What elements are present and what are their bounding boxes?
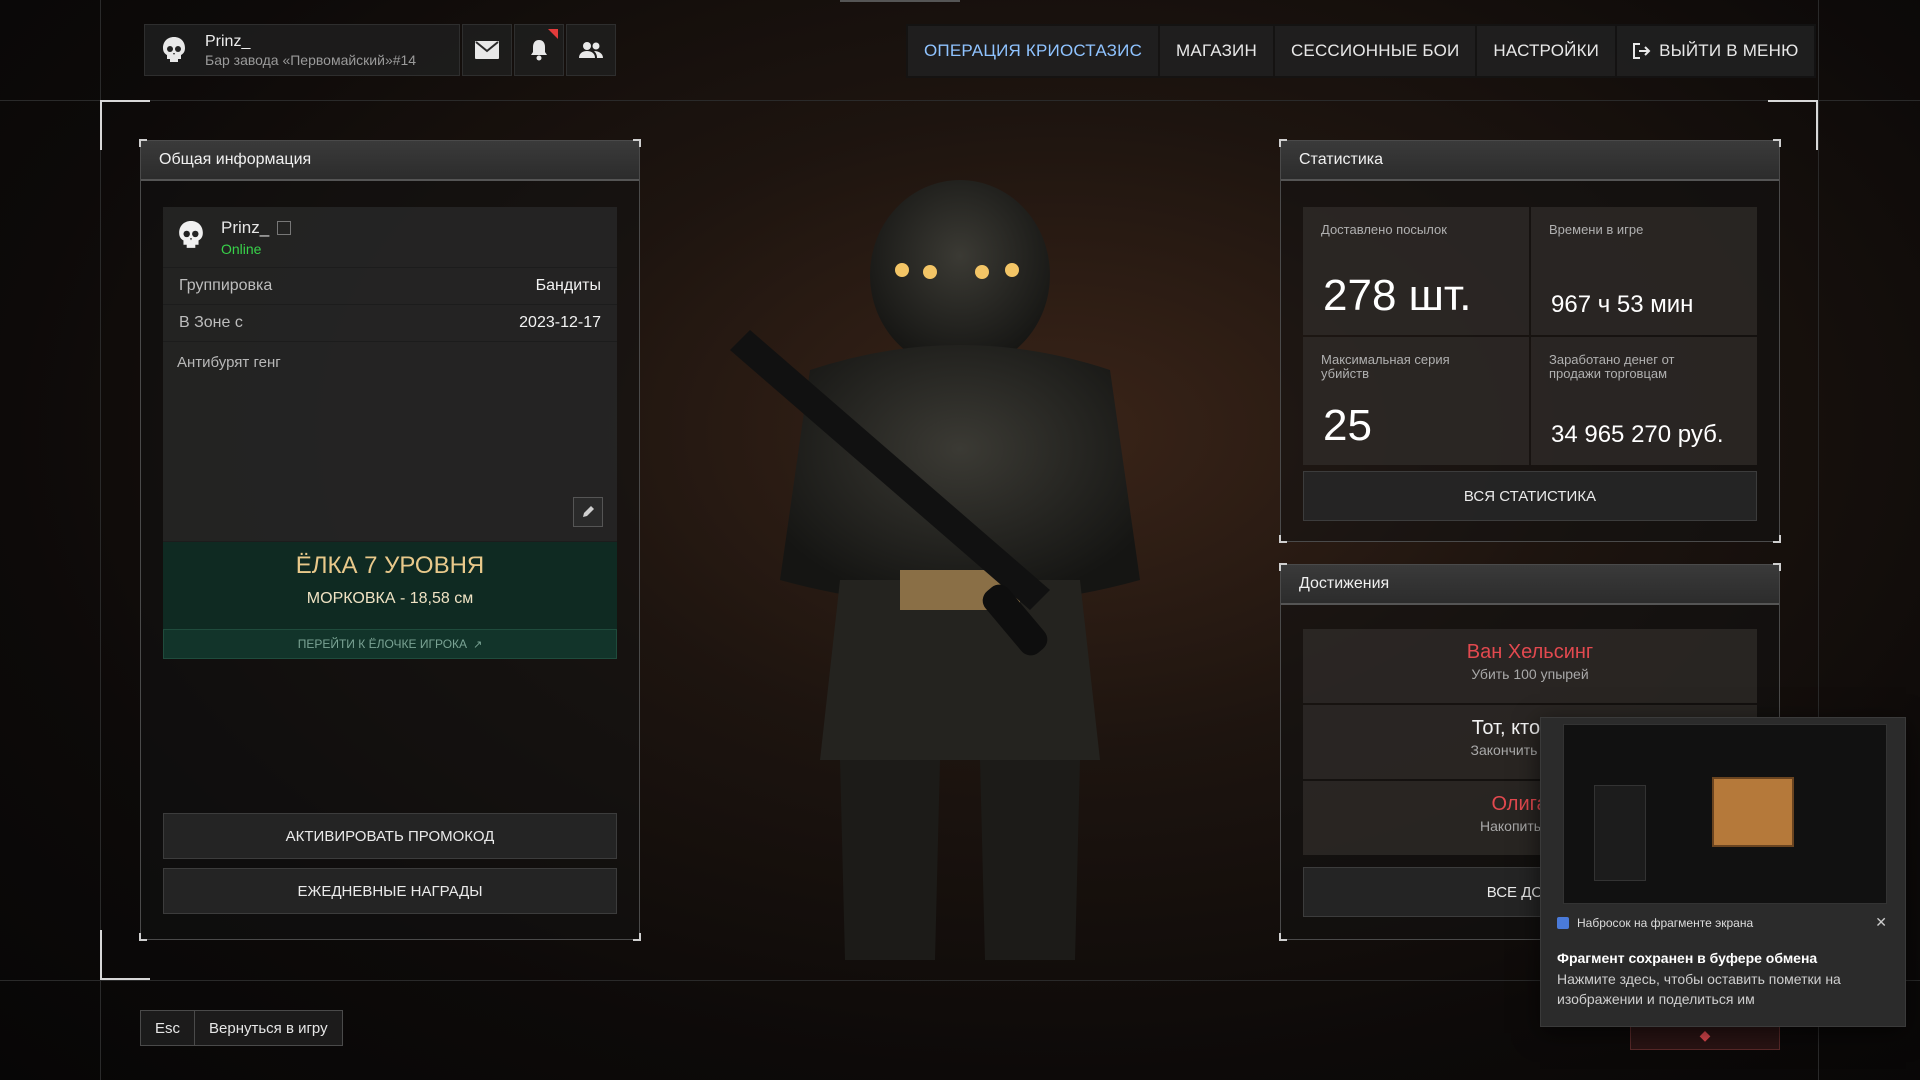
faction-value: Бандиты [535,277,601,294]
daily-rewards-button[interactable]: ЕЖЕДНЕВНЫЕ НАГРАДЫ [163,868,617,914]
card-player-name: Prinz_ [221,217,270,237]
player-name: Prinz_ [205,32,251,50]
inventory-thumbnail [1594,785,1646,881]
achievement-desc: Убить 100 упырей [1471,666,1589,682]
tree-link-label: ПЕРЕЙТИ К ЁЛОЧКЕ ИГРОКА [297,637,468,651]
player-skull-icon [177,219,205,256]
bracket [1279,563,1287,571]
stat-money: Заработано денег от продажи торговцам 34… [1531,337,1757,465]
online-status: Online [221,240,262,257]
esc-key: Esc [141,1011,195,1045]
nav-exit-label: ВЫЙТИ В МЕНЮ [1659,41,1799,60]
bracket [1773,535,1781,543]
bracket [1279,933,1287,941]
stat-money-value: 34 965 270 руб. [1551,421,1724,448]
nav-exit-to-menu[interactable]: ВЫЙТИ В МЕНЮ [1617,26,1815,76]
bracket [1279,139,1287,147]
general-info-title: Общая информация [141,141,639,181]
bracket [1773,563,1781,571]
bio-box: Антибурят генг [163,341,617,541]
notifications-button[interactable] [514,24,564,76]
return-to-game-label: Вернуться в игру [195,1011,342,1045]
bracket [633,139,641,147]
activate-promo-button[interactable]: АКТИВИРОВАТЬ ПРОМОКОД [163,813,617,859]
stat-delivered-label: Доставлено посылок [1321,222,1447,237]
stat-kill-streak-value: 25 [1323,401,1372,450]
stat-delivered: Доставлено посылок 278 шт. [1303,207,1529,335]
tree-subtitle: МОРКОВКА - 18,58 см [306,590,474,607]
main-nav: ОПЕРАЦИЯ КРИОСТАЗИС МАГАЗИН СЕССИОННЫЕ Б… [906,24,1817,78]
gamepad-icon: ◆ [1699,1026,1711,1043]
player-location: Бар завода «Первомайский»#14 [205,51,417,68]
bio-text: Антибурят генг [177,354,281,371]
exit-icon [1633,43,1651,59]
stat-time-value: 967 ч 53 мин [1551,291,1694,318]
in-zone-row: В Зоне с 2023-12-17 [163,304,617,341]
edit-bio-button[interactable] [573,497,603,527]
stat-time: Времени в игре 967 ч 53 мин [1531,207,1757,335]
stat-kill-streak-label: Максимальная серия убийств [1321,352,1450,381]
pencil-icon [583,506,594,517]
nav-session-battles[interactable]: СЕССИОННЫЕ БОИ [1274,26,1476,76]
toast-body: Нажмите здесь, чтобы оставить пометки на… [1557,971,1841,1007]
stat-money-label: Заработано денег от продажи торговцам [1549,352,1675,381]
frame-left-line [100,0,101,1080]
general-info-panel: Общая информация Prinz_ Online Группиров… [139,139,641,941]
crate-image [1712,777,1794,847]
return-to-game-control[interactable]: Esc Вернуться в игру [140,1010,343,1046]
faction-label: Группировка [179,277,273,294]
all-stats-button[interactable]: ВСЯ СТАТИСТИКА [1303,471,1757,521]
stats-title: Статистика [1281,141,1779,181]
achievement-item[interactable]: Ван Хельсинг Убить 100 упырей [1303,629,1757,703]
toast-header: Набросок на фрагменте экрана [1557,916,1753,930]
tree-title: ЁЛКА 7 УРОВНЯ [295,552,485,579]
mail-icon [475,41,499,59]
nav-shop[interactable]: МАГАЗИН [1160,26,1273,76]
snipping-tool-icon [1557,917,1569,929]
top-center-marker [840,0,960,2]
friends-icon [579,42,603,58]
nav-cryostasis[interactable]: ОПЕРАЦИЯ КРИОСТАЗИС [908,26,1159,76]
stat-time-label: Времени в игре [1549,222,1644,237]
toast-preview-image [1563,724,1887,904]
stat-delivered-value: 278 шт. [1323,271,1472,320]
notification-badge [548,29,558,39]
stat-kill-streak: Максимальная серия убийств 25 [1303,337,1529,465]
bell-icon [531,40,547,61]
toast-app-name: Набросок на фрагменте экрана [1577,916,1754,930]
mail-button[interactable] [462,24,512,76]
copy-icon[interactable] [277,220,292,235]
profile-box[interactable]: Prinz_ Бар завода «Первомайский»#14 [144,24,460,76]
bracket [139,933,147,941]
achievement-title: Ван Хельсинг [1466,641,1594,663]
bracket [633,933,641,941]
external-link-icon: ↗ [473,638,483,651]
bracket [1773,139,1781,147]
achievements-title: Достижения [1281,565,1779,605]
bracket [139,139,147,147]
character-model [720,160,1200,980]
frame-top-line [0,100,1920,101]
close-icon[interactable]: ✕ [1875,914,1887,931]
faction-row: Группировка Бандиты [163,267,617,304]
player-card: Prinz_ Online Группировка Бандиты В Зоне… [163,207,617,659]
tree-banner: ЁЛКА 7 УРОВНЯ МОРКОВКА - 18,58 см [163,541,617,629]
snip-toast[interactable]: Набросок на фрагменте экрана ✕ Фрагмент … [1540,717,1906,1027]
skull-avatar-icon [159,35,189,65]
bracket [1279,535,1287,543]
toast-title: Фрагмент сохранен в буфере обмена [1557,950,1818,966]
in-zone-label: В Зоне с [179,314,243,331]
friends-button[interactable] [566,24,616,76]
tree-link-button[interactable]: ПЕРЕЙТИ К ЁЛОЧКЕ ИГРОКА ↗ [163,629,617,659]
in-zone-value: 2023-12-17 [519,314,601,331]
nav-settings[interactable]: НАСТРОЙКИ [1477,26,1616,76]
stats-panel: Статистика Доставлено посылок 278 шт. Вр… [1279,139,1781,543]
